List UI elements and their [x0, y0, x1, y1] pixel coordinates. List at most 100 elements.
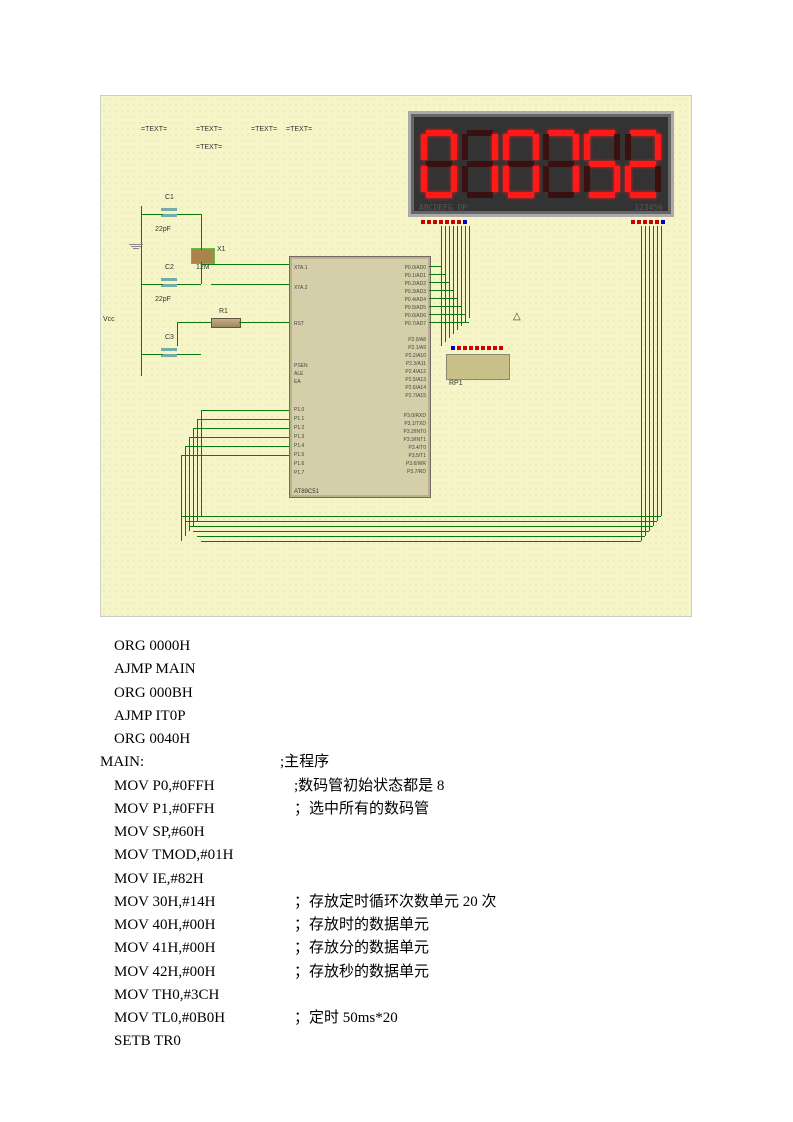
- wire: [453, 226, 454, 334]
- r1-label: R1: [219, 308, 228, 315]
- pin-p1-4: P1.4: [294, 443, 304, 449]
- code-line: MOV 41H,#00H；存放分的数据单元: [100, 937, 693, 960]
- wire: [429, 298, 457, 299]
- wire: [201, 410, 202, 516]
- pin-p1-3: P1.3: [294, 434, 304, 440]
- gnd: [129, 244, 143, 245]
- c2-val: 22pF: [155, 296, 171, 303]
- gnd: [131, 246, 141, 247]
- wire: [201, 262, 202, 284]
- pin-xta1: XTA.1: [294, 265, 308, 271]
- pin-p2-2: P2.2/A10: [405, 353, 426, 359]
- digit-3: [503, 130, 539, 198]
- text-node: =TEXT=: [196, 144, 222, 151]
- code-line: MOV TH0,#3CH: [100, 984, 693, 1007]
- wire: [653, 226, 654, 526]
- resistor-pack-rp1: [446, 354, 510, 380]
- wire: [193, 428, 194, 526]
- code-line: ORG 0040H: [100, 728, 693, 751]
- wire: [193, 428, 289, 429]
- page: =TEXT= =TEXT= =TEXT= =TEXT= =TEXT= ABCDE…: [0, 0, 793, 1114]
- schematic-image: =TEXT= =TEXT= =TEXT= =TEXT= =TEXT= ABCDE…: [100, 95, 692, 617]
- wire: [141, 206, 142, 376]
- text-node: =TEXT=: [141, 126, 167, 133]
- pin-p1-6: P1.6: [294, 461, 304, 467]
- code-line: MOV 30H,#14H；存放定时循环次数单元 20 次: [100, 891, 693, 914]
- wire: [239, 322, 289, 323]
- seven-seg-display: ABCDEFG DP 123456: [411, 114, 671, 214]
- pin-p3-5: P3.5/T1: [408, 453, 426, 459]
- pin-p2-5: P2.5/A13: [405, 377, 426, 383]
- wire: [193, 531, 649, 532]
- wire: [185, 521, 657, 522]
- digit-5: [584, 130, 620, 198]
- pin-p0-5: P0.5/AD5: [405, 305, 426, 311]
- pin-p0-4: P0.4/AD4: [405, 297, 426, 303]
- pin-p0-3: P0.3/AD3: [405, 289, 426, 295]
- wire: [141, 214, 163, 215]
- wire: [177, 284, 201, 285]
- wire: [461, 226, 462, 326]
- code-line: MOV P1,#0FFH；选中所有的数码管: [100, 798, 693, 821]
- text-node: =TEXT=: [196, 126, 222, 133]
- code-line: ORG 000BH: [100, 682, 693, 705]
- code-line: MOV 40H,#00H；存放时的数据单元: [100, 914, 693, 937]
- wire: [177, 354, 201, 355]
- pin-p1-7: P1.7: [294, 470, 304, 476]
- wire: [469, 226, 470, 318]
- pin-p3-6: P3.6/WR: [406, 461, 426, 467]
- c1-val: 22pF: [155, 226, 171, 233]
- wire: [197, 419, 198, 521]
- pin-ea: EA: [294, 379, 301, 385]
- code-line: AJMP IT0P: [100, 705, 693, 728]
- wire: [197, 536, 645, 537]
- wire: [201, 410, 289, 411]
- wire: [197, 419, 289, 420]
- code-line: MOV IE,#82H: [100, 868, 693, 891]
- text-node: =TEXT=: [251, 126, 277, 133]
- wire: [201, 541, 641, 542]
- code-listing: ORG 0000H AJMP MAIN ORG 000BH AJMP IT0P …: [100, 635, 693, 1054]
- wire: [141, 284, 163, 285]
- code-line: MOV 42H,#00H；存放秒的数据单元: [100, 961, 693, 984]
- digit-4: [543, 130, 579, 198]
- wire: [177, 214, 201, 215]
- wire: [211, 284, 289, 285]
- display-pins-label: ABCDEFG DP: [419, 203, 467, 212]
- mcu-chip: AT89C51 XTA.1 XTA.2 RST PSEN ALE EA P1.0…: [289, 256, 431, 498]
- x1-val: 12M: [196, 264, 210, 271]
- code-line: SETB TR0: [100, 1030, 693, 1053]
- wire: [429, 274, 445, 275]
- pin-p1-2: P1.2: [294, 425, 304, 431]
- c3-label: C3: [165, 334, 174, 341]
- wire: [641, 226, 642, 541]
- c2-label: C2: [165, 264, 174, 271]
- pin-p3-7: P3.7/RD: [407, 469, 426, 475]
- mcu-name: AT89C51: [294, 489, 319, 495]
- code-line: AJMP MAIN: [100, 658, 693, 681]
- wire: [181, 455, 182, 541]
- pin-p2-0: P2.0/A8: [408, 337, 426, 343]
- wire: [429, 282, 449, 283]
- display-seg-pins: [421, 220, 467, 224]
- pin-p3-3: P3.3/INT1: [403, 437, 426, 443]
- text-node: =TEXT=: [286, 126, 312, 133]
- code-line: MOV TL0,#0B0H；定时 50ms*20: [100, 1007, 693, 1030]
- pin-p0-7: P0.7/AD7: [405, 321, 426, 327]
- pin-p3-1: P3.1/TXD: [404, 421, 426, 427]
- wire: [201, 214, 202, 250]
- display-sel-label: 123456: [634, 203, 663, 212]
- wire: [429, 322, 469, 323]
- x1-label: X1: [217, 246, 226, 253]
- pin-p2-3: P2.3/A11: [406, 361, 426, 367]
- wire: [189, 437, 289, 438]
- rp1-label: RP1: [449, 380, 463, 387]
- pin-p3-0: P3.0/RXD: [404, 413, 426, 419]
- pin-p1-1: P1.1: [294, 416, 304, 422]
- pin-rst: RST: [294, 321, 304, 327]
- wire: [177, 322, 178, 346]
- digit-2: [462, 130, 498, 198]
- cap-c2: [161, 274, 177, 294]
- pin-p2-4: P2.4/A12: [405, 369, 426, 375]
- pin-p0-1: P0.1/AD1: [405, 273, 426, 279]
